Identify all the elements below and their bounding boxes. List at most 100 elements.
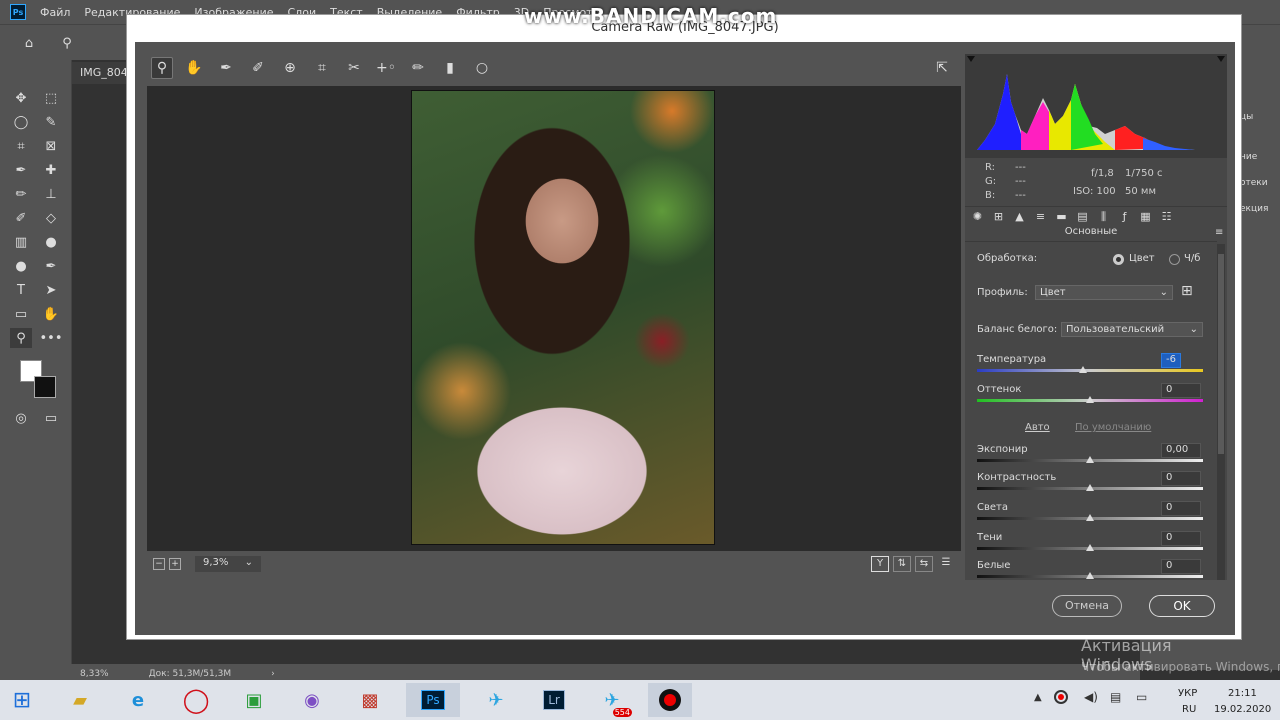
record-icon[interactable] <box>648 683 692 717</box>
notification-icon[interactable]: ▭ <box>1136 690 1147 704</box>
profile-browser-icon[interactable]: ⊞ <box>1181 283 1193 299</box>
zoom-in-button[interactable]: + <box>169 558 181 570</box>
zoom-out-button[interactable]: − <box>153 558 165 570</box>
default-link[interactable]: По умолчанию <box>1075 422 1151 433</box>
slider-thumb[interactable] <box>1086 484 1094 491</box>
slider-track[interactable] <box>977 366 1203 373</box>
zoom-tool-icon[interactable]: ⚲ <box>56 33 78 53</box>
hand-tool-icon[interactable]: ✋ <box>183 57 205 79</box>
hand-icon[interactable]: ✋ <box>40 304 62 324</box>
document-tab[interactable]: IMG_8047 <box>72 62 135 84</box>
quick-mask-icon[interactable]: ◎ <box>10 408 32 428</box>
eyedropper-icon[interactable]: ✒ <box>10 160 32 180</box>
tray-chevron-icon[interactable]: ▲ <box>1034 692 1042 703</box>
file-explorer-icon[interactable]: ▰ <box>58 683 102 717</box>
targeted-adjust-icon[interactable]: ⊕ <box>279 57 301 79</box>
wb-select[interactable]: Пользовательский ⌄ <box>1061 322 1203 337</box>
presets-tab-icon[interactable]: ☷ <box>1158 209 1175 225</box>
ok-button[interactable]: OK <box>1149 595 1215 617</box>
tray-record-icon[interactable] <box>1054 690 1068 704</box>
screen-mode-icon[interactable]: ▭ <box>40 408 62 428</box>
radial-filter-icon[interactable]: ○ <box>471 57 493 79</box>
slider-value-input[interactable]: 0 <box>1161 383 1201 398</box>
adjustment-brush-icon[interactable]: ✏ <box>407 57 429 79</box>
crop-tool-icon[interactable]: ⌗ <box>311 57 333 79</box>
radio-color[interactable] <box>1113 254 1124 265</box>
cancel-button[interactable]: Отмена <box>1052 595 1122 617</box>
slider-value-input[interactable]: 0,00 <box>1161 443 1201 458</box>
slider-track[interactable] <box>977 484 1203 491</box>
auto-link[interactable]: Авто <box>1025 422 1050 433</box>
background-color[interactable] <box>34 376 56 398</box>
swap-icon[interactable]: ⇅ <box>893 556 911 572</box>
zoom-tool-icon[interactable]: ⚲ <box>151 57 173 79</box>
slider-track[interactable] <box>977 456 1203 463</box>
tone-curve-tab-icon[interactable]: ⊞ <box>990 209 1007 225</box>
store-icon[interactable]: ▣ <box>232 683 276 717</box>
crop-tool-icon[interactable]: ⌗ <box>10 136 32 156</box>
slider-thumb[interactable] <box>1086 514 1094 521</box>
slider-thumb[interactable] <box>1086 456 1094 463</box>
slider-track[interactable] <box>977 544 1203 551</box>
move-tool-icon[interactable]: ✥ <box>10 88 32 108</box>
menu-file[interactable]: Файл <box>40 6 70 19</box>
lens-tab-icon[interactable]: ▤ <box>1074 209 1091 225</box>
clock-date[interactable]: 19.02.2020 <box>1214 704 1271 715</box>
effects-tab-icon[interactable]: ƒ <box>1116 209 1133 225</box>
red-eye-icon[interactable]: +◦ <box>375 57 397 79</box>
frame-tool-icon[interactable]: ⊠ <box>40 136 62 156</box>
ie-icon[interactable]: e <box>116 683 160 717</box>
zoom-icon[interactable]: ⚲ <box>10 328 32 348</box>
lasso-tool-icon[interactable]: ◯ <box>10 112 32 132</box>
eraser-icon[interactable]: ◇ <box>40 208 62 228</box>
language-ua[interactable]: УКР <box>1178 688 1197 699</box>
slider-value-input[interactable]: 0 <box>1161 531 1201 546</box>
dodge-icon[interactable]: ● <box>10 256 32 276</box>
brush-icon[interactable]: ✏ <box>10 184 32 204</box>
opera-icon[interactable]: ◯ <box>174 683 218 717</box>
slider-thumb[interactable] <box>1086 544 1094 551</box>
telegram-icon[interactable]: ✈ <box>474 683 518 717</box>
home-icon[interactable]: ⌂ <box>18 33 40 53</box>
graduated-filter-icon[interactable]: ▮ <box>439 57 461 79</box>
viber-icon[interactable]: ◉ <box>290 683 334 717</box>
calibration-tab-icon[interactable]: ▦ <box>1137 209 1154 225</box>
blur-icon[interactable]: ● <box>40 232 62 252</box>
pen-icon[interactable]: ✒ <box>40 256 62 276</box>
copy-settings-icon[interactable]: ⇆ <box>915 556 933 572</box>
scroll-thumb[interactable] <box>1218 254 1224 454</box>
stamp-icon[interactable]: ⊥ <box>40 184 62 204</box>
split-toning-tab-icon[interactable]: ▬ <box>1053 209 1070 225</box>
slider-track[interactable] <box>977 396 1203 403</box>
detail-tab-icon[interactable]: ▲ <box>1011 209 1028 225</box>
lightroom-icon[interactable]: Lr <box>532 683 576 717</box>
slider-track[interactable] <box>977 572 1203 579</box>
slider-value-input[interactable]: 0 <box>1161 471 1201 486</box>
slider-thumb[interactable] <box>1086 572 1094 579</box>
profile-select[interactable]: Цвет ⌄ <box>1035 285 1173 300</box>
healing-icon[interactable]: ✚ <box>40 160 62 180</box>
slider-thumb[interactable] <box>1086 396 1094 403</box>
gradient-icon[interactable]: ▥ <box>10 232 32 252</box>
white-balance-tool-icon[interactable]: ✒ <box>215 57 237 79</box>
slider-value-input[interactable]: 0 <box>1161 559 1201 574</box>
panel-menu-icon[interactable]: ≡ <box>1215 227 1223 238</box>
language-ru[interactable]: RU <box>1182 704 1196 715</box>
zoom-select[interactable]: 9,3% ⌄ <box>195 556 261 572</box>
network-icon[interactable]: ▤ <box>1110 690 1121 704</box>
transform-tab-icon[interactable]: ⫼ <box>1095 209 1112 225</box>
more-tools-icon[interactable]: ••• <box>40 328 63 348</box>
panel-scrollbar[interactable] <box>1217 244 1225 580</box>
marquee-tool-icon[interactable]: ⬚ <box>40 88 62 108</box>
path-select-icon[interactable]: ➤ <box>40 280 62 300</box>
preview-settings-icon[interactable]: ☰ <box>937 556 955 572</box>
fullscreen-icon[interactable]: ⇱ <box>931 57 953 79</box>
telegram2-icon[interactable]: ✈ 554 <box>590 683 634 717</box>
app-icon[interactable]: ▩ <box>348 683 392 717</box>
hsl-tab-icon[interactable]: ≡ <box>1032 209 1049 225</box>
slider-value-input[interactable]: -6 <box>1161 353 1181 368</box>
history-brush-icon[interactable]: ✐ <box>10 208 32 228</box>
rectangle-icon[interactable]: ▭ <box>10 304 32 324</box>
slider-value-input[interactable]: 0 <box>1161 501 1201 516</box>
slider-track[interactable] <box>977 514 1203 521</box>
